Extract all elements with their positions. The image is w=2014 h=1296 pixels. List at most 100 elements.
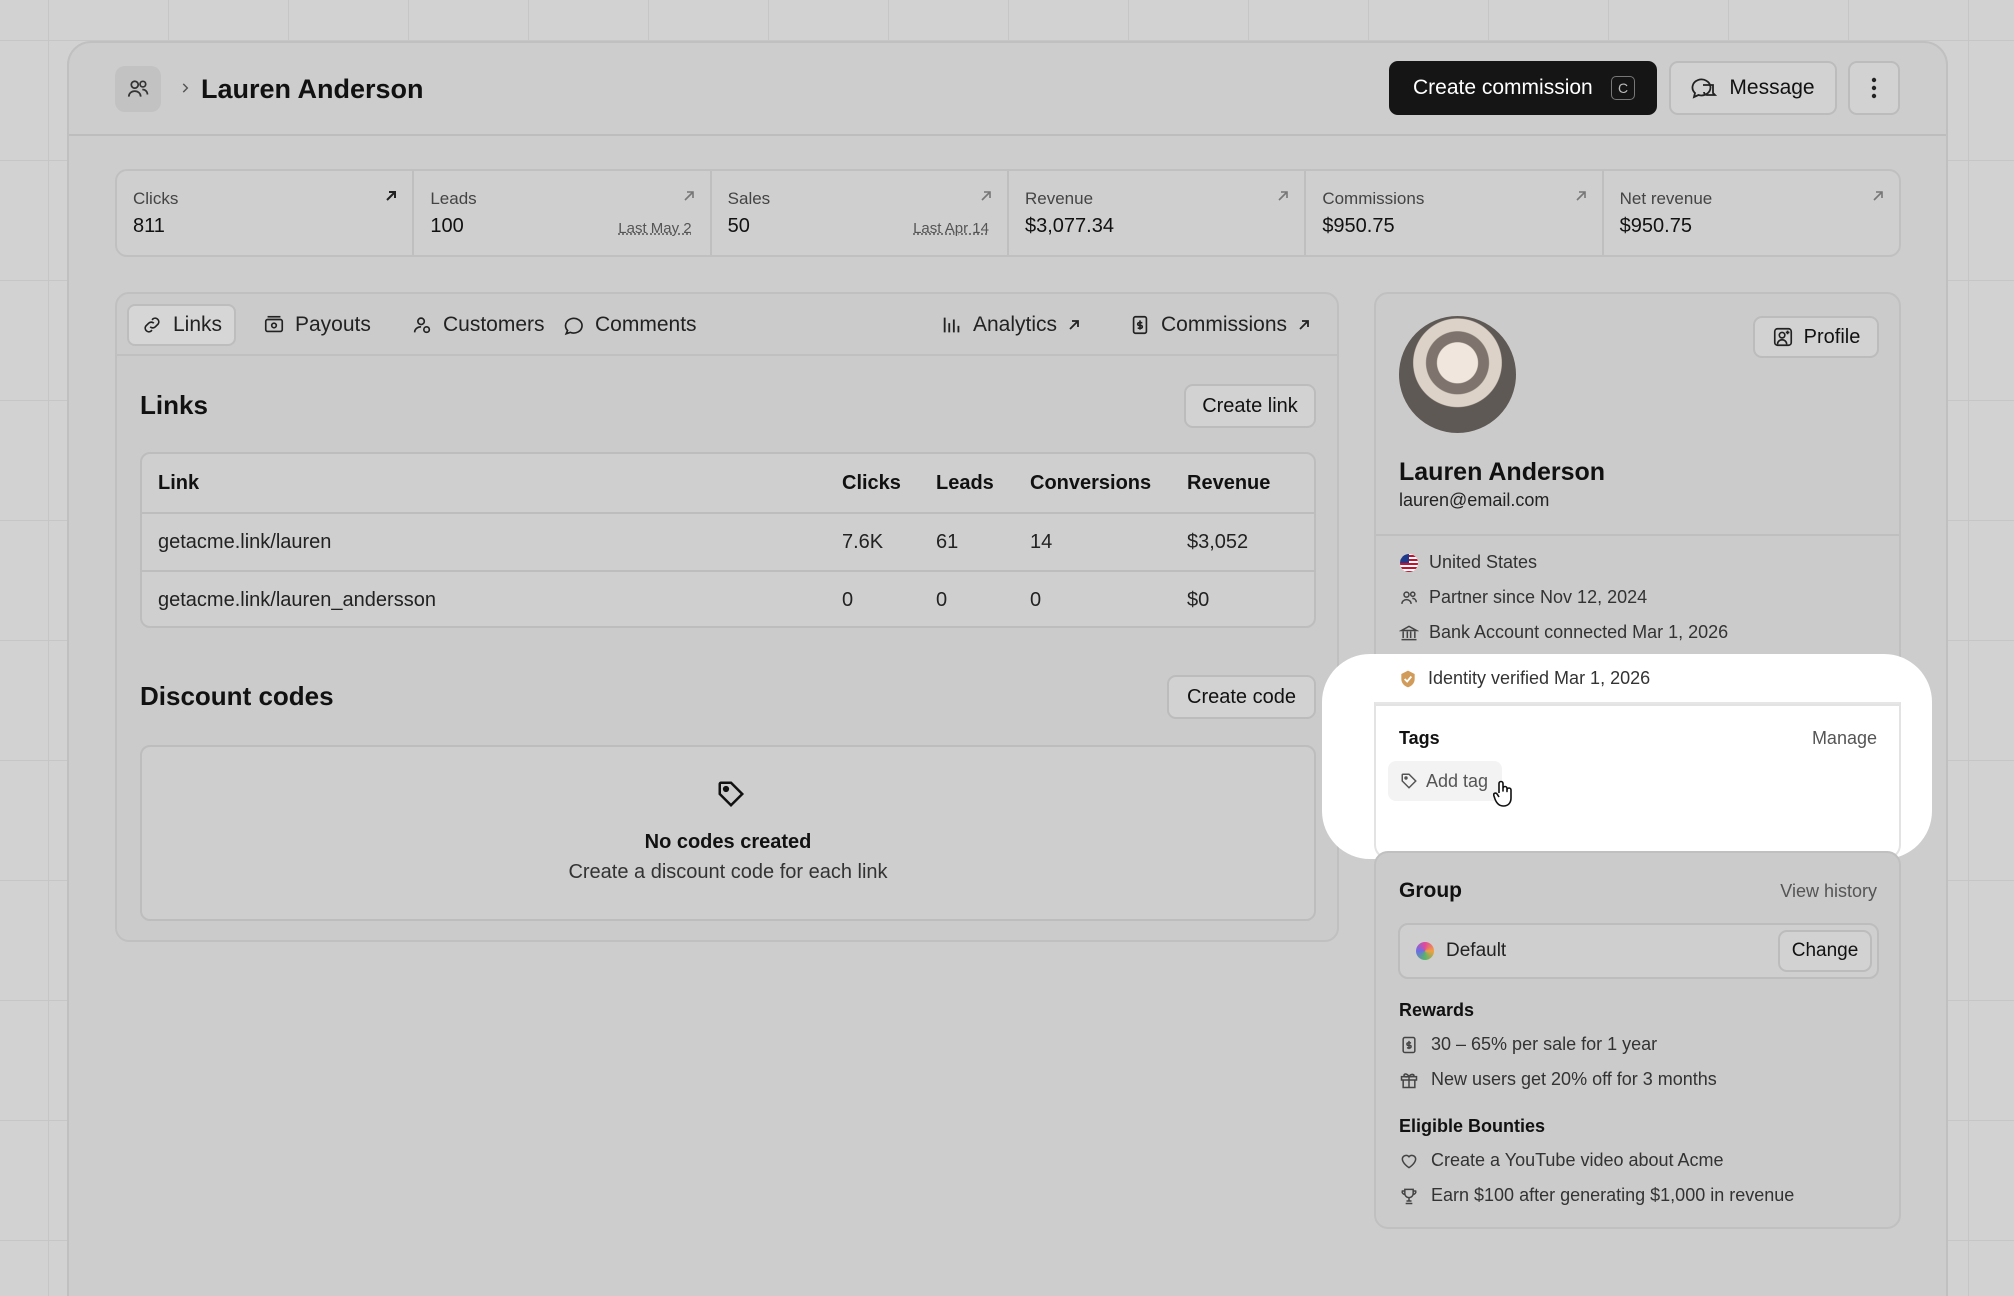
partner-name: Lauren Anderson (1399, 458, 1606, 486)
bank-text: Bank Account connected Mar 1, 2026 (1429, 622, 1729, 642)
leads-cell: 61 (936, 530, 959, 553)
group-selector: Default Change (1398, 923, 1879, 979)
create-code-button[interactable]: Create code (1167, 675, 1316, 719)
divider (1376, 534, 1899, 536)
tab-analytics[interactable]: Analytics (929, 304, 1093, 346)
stat-revenue[interactable]: Revenue $3,077.34 (1009, 171, 1307, 255)
arrow-up-right-icon (1871, 189, 1885, 203)
stat-label: Clicks (133, 189, 179, 208)
profile-button[interactable]: Profile (1753, 316, 1879, 358)
partner-since-text: Partner since Nov 12, 2024 (1429, 587, 1648, 607)
partner-email: lauren@email.com (1399, 490, 1550, 510)
user-square-icon (1772, 326, 1794, 348)
stat-label: Net revenue (1619, 189, 1713, 208)
revenue-cell: $0 (1187, 588, 1210, 611)
bar-chart-icon (941, 314, 963, 336)
tab-payouts[interactable]: Payouts (251, 304, 383, 346)
group-color-dot (1416, 942, 1434, 960)
bank-row: Bank Account connected Mar 1, 2026 (1399, 622, 1728, 643)
arrow-up-right-icon (1574, 189, 1588, 203)
reward-item: 30 – 65% per sale for 1 year (1399, 1034, 1657, 1055)
invoice-icon (1399, 1035, 1419, 1055)
verified-shield-icon (1398, 669, 1418, 689)
stat-value: $950.75 (1322, 215, 1395, 237)
tab-bar: Links Payouts Customers Comments Analyti… (117, 294, 1337, 356)
table-row[interactable]: getacme.link/lauren_andersson 0 0 0 $0 (142, 570, 1314, 628)
manage-tags-link[interactable]: Manage (1812, 728, 1877, 749)
profile-label: Profile (1803, 325, 1861, 348)
tab-commissions[interactable]: Commissions (1117, 304, 1323, 346)
stat-clicks[interactable]: Clicks 811 (117, 171, 415, 255)
arrow-up-right-icon (1276, 189, 1290, 203)
tab-label: Commissions (1161, 313, 1288, 336)
partner-window: Lauren Anderson Create commission C Mess… (67, 41, 1948, 1296)
create-commission-button[interactable]: Create commission C (1389, 61, 1657, 115)
column-header: Clicks (842, 471, 901, 494)
arrow-up-right-icon (1067, 318, 1081, 332)
tab-customers[interactable]: Customers (399, 304, 557, 346)
leads-cell: 0 (936, 588, 948, 611)
add-tag-label: Add tag (1426, 770, 1489, 791)
view-history-link[interactable]: View history (1780, 881, 1877, 902)
group-title: Group (1399, 879, 1462, 902)
stat-label: Commissions (1322, 189, 1425, 208)
revenue-cell: $3,052 (1187, 530, 1249, 553)
empty-state: No codes created Create a discount code … (140, 745, 1316, 921)
conversions-cell: 14 (1030, 530, 1053, 553)
column-header: Revenue (1187, 471, 1271, 494)
stat-label: Sales (727, 189, 771, 208)
arrow-up-right-icon (979, 189, 993, 203)
tag-icon (716, 779, 746, 809)
bounties-title: Eligible Bounties (1399, 1116, 1546, 1136)
tag-icon (1400, 772, 1418, 790)
table-row[interactable]: getacme.link/lauren 7.6K 61 14 $3,052 (142, 512, 1314, 570)
conversions-cell: 0 (1030, 588, 1042, 611)
link-icon (141, 314, 163, 336)
avatar (1399, 316, 1516, 433)
column-header: Conversions (1030, 471, 1152, 494)
tab-label: Links (173, 313, 223, 336)
message-button[interactable]: Message (1669, 61, 1837, 115)
trophy-icon (1399, 1186, 1419, 1206)
comment-icon (563, 314, 585, 336)
invoice-icon (1129, 314, 1151, 336)
page-title: Lauren Anderson (201, 74, 424, 104)
stat-leads[interactable]: Leads 100 Last May 2 (414, 171, 712, 255)
shortcut-key: C (1611, 76, 1635, 100)
country-row: United States (1399, 552, 1537, 573)
country-text: United States (1429, 552, 1538, 572)
customers-icon (411, 314, 433, 336)
arrow-up-right-icon (384, 189, 398, 203)
stat-commissions[interactable]: Commissions $950.75 (1306, 171, 1604, 255)
more-options-button[interactable] (1848, 61, 1900, 115)
partner-since-row: Partner since Nov 12, 2024 (1399, 587, 1647, 608)
clicks-cell: 0 (842, 588, 854, 611)
discount-section-title: Discount codes (140, 681, 334, 711)
clicks-cell: 7.6K (842, 530, 884, 553)
reward-text: New users get 20% off for 3 months (1431, 1069, 1717, 1089)
link-cell[interactable]: getacme.link/lauren (158, 531, 331, 554)
tab-links[interactable]: Links (127, 304, 237, 346)
empty-subtitle: Create a discount code for each link (568, 861, 888, 883)
message-label: Message (1729, 76, 1815, 99)
create-link-button[interactable]: Create link (1184, 384, 1316, 428)
tags-title: Tags (1399, 728, 1440, 748)
tab-comments[interactable]: Comments (551, 304, 709, 346)
partners-icon[interactable] (115, 66, 161, 112)
bounty-item[interactable]: Earn $100 after generating $1,000 in rev… (1399, 1185, 1794, 1206)
stat-net-revenue[interactable]: Net revenue $950.75 (1604, 171, 1899, 255)
bounty-item[interactable]: Create a YouTube video about Acme (1399, 1150, 1724, 1171)
stat-value: $950.75 (1619, 215, 1692, 237)
add-tag-button[interactable]: Add tag (1388, 761, 1502, 801)
reward-text: 30 – 65% per sale for 1 year (1431, 1034, 1658, 1054)
stat-value: 811 (133, 215, 165, 237)
link-cell[interactable]: getacme.link/lauren_andersson (158, 589, 436, 612)
change-group-button[interactable]: Change (1778, 930, 1872, 972)
stat-last-date: Last May 2 (618, 220, 692, 237)
bounty-text: Create a YouTube video about Acme (1431, 1150, 1724, 1170)
stat-sales[interactable]: Sales 50 Last Apr 14 (712, 171, 1009, 255)
stats-strip: Clicks 811 Leads 100 Last May 2 Sales 50… (115, 169, 1901, 257)
chevron-right-icon (174, 77, 196, 99)
more-vertical-icon (1871, 77, 1877, 99)
tab-label: Payouts (295, 313, 371, 336)
